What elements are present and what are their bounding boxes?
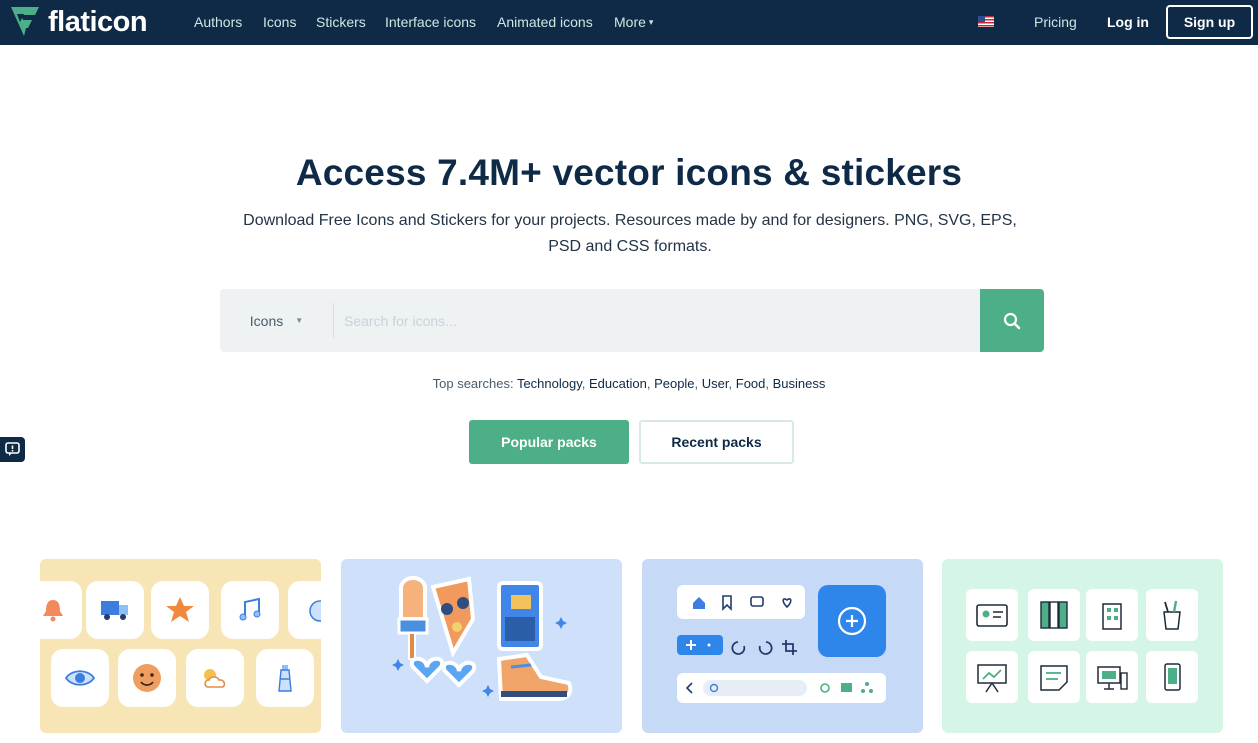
tab-popular-packs[interactable]: Popular packs [469,420,629,464]
chevron-down-icon: ▼ [295,316,304,325]
eye-icon [51,649,109,707]
truck-icon [86,581,144,639]
water-drop-icon [288,581,321,639]
smartphone-icon [1146,651,1198,703]
nav-icons[interactable]: Icons [263,14,296,30]
smiley-icon [118,649,176,707]
top-searches: Top searches: Technology, Education, Peo… [432,376,826,391]
binders-icon [1028,589,1080,641]
heart-glasses-sticker [409,656,477,688]
signup-button[interactable]: Sign up [1166,5,1253,39]
top-search-link[interactable]: Education [589,376,647,391]
nav-pricing[interactable]: Pricing [1034,14,1077,30]
pencil-cup-icon [1146,589,1198,641]
chevron-down-icon: ▾ [648,17,654,27]
top-search-link[interactable]: People [654,376,694,391]
search-icon [1003,312,1021,329]
pack-card-stickers[interactable] [341,559,622,733]
ui-search-row [677,673,886,703]
page-subtitle: Download Free Icons and Stickers for you… [243,212,1017,255]
pack-card-colorful-icons[interactable] [40,559,321,733]
search-button[interactable] [980,289,1044,352]
star-icon [151,581,209,639]
sun-cloud-icon [186,649,244,707]
bookmark-icon [722,595,732,611]
sneaker-sticker [496,652,573,701]
flaticon-logo[interactable]: flaticon [8,4,148,40]
ui-toolbar [677,585,805,619]
ice-cream-sticker [397,576,429,660]
nav-interface-icons[interactable]: Interface icons [385,14,476,30]
add-circle-button [818,585,886,657]
computer-icon [1086,651,1138,703]
home-icon [693,597,705,609]
nav-stickers[interactable]: Stickers [316,14,366,30]
us-flag-icon[interactable] [978,16,994,27]
top-search-link[interactable]: User [702,376,729,391]
lighthouse-icon [256,649,314,707]
search-type-label: Icons [249,312,284,329]
top-search-link[interactable]: Food [736,376,766,391]
page-title: Access 7.4M+ vector icons & stickers [295,152,963,193]
nav-more[interactable]: More ▾ [614,14,653,30]
chat-icon [750,596,764,607]
nav-more-label: More [614,14,646,30]
feedback-chat-icon [5,442,20,456]
presentation-icon [966,651,1018,703]
brand-name: flaticon [48,5,148,38]
juice-box-sticker [497,581,543,651]
undo-redo-crop-icons [731,640,797,655]
pizza-sticker [430,576,476,658]
food-stickers-illustration [392,576,573,701]
plus-dropdown-chip [677,635,723,655]
top-search-link[interactable]: Technology [517,376,582,391]
feedback-button[interactable] [0,437,25,462]
pack-card-interface[interactable] [642,559,923,733]
heart-icon [782,598,792,609]
top-navbar: flaticon Authors Icons Stickers Interfac… [0,0,1258,45]
pack-card-office[interactable] [942,559,1223,733]
search-bar: Icons ▼ [220,289,1044,352]
building-icon [1086,589,1138,641]
search-type-select[interactable]: Icons ▼ [220,289,333,352]
sticky-note-icon [1028,651,1080,703]
nav-authors[interactable]: Authors [194,14,242,30]
login-link[interactable]: Log in [1107,14,1149,30]
flaticon-logo-icon [11,7,39,36]
bell-icon [40,581,82,639]
search-input[interactable] [334,289,980,352]
tab-recent-packs[interactable]: Recent packs [639,420,794,464]
nav-animated-icons[interactable]: Animated icons [497,14,593,30]
top-search-link[interactable]: Business [773,376,826,391]
music-note-icon [221,581,279,639]
id-card-icon [966,589,1018,641]
top-searches-label: Top searches: [432,376,514,391]
